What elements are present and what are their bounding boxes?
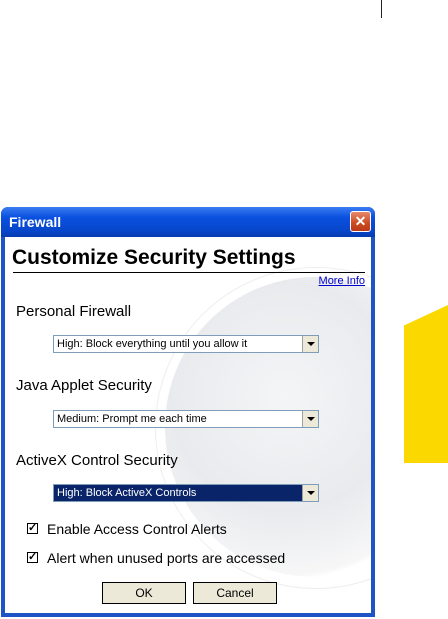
activex-control-security-label: ActiveX Control Security xyxy=(16,452,178,469)
chevron-down-icon[interactable] xyxy=(302,411,318,427)
enable-access-control-alerts-label: Enable Access Control Alerts xyxy=(47,521,227,537)
page-yellow-tab xyxy=(404,305,448,463)
close-button[interactable]: ✕ xyxy=(350,211,371,232)
alert-unused-ports-checkbox[interactable]: ✓ xyxy=(27,552,38,563)
enable-access-control-alerts-checkbox[interactable]: ✓ xyxy=(27,523,38,534)
java-applet-security-select[interactable]: Medium: Prompt me each time xyxy=(53,410,319,428)
personal-firewall-select[interactable]: High: Block everything until you allow i… xyxy=(53,335,319,353)
more-info-link[interactable]: More Info xyxy=(319,275,365,287)
dialog-heading: Customize Security Settings xyxy=(12,246,296,269)
close-icon: ✕ xyxy=(354,213,367,229)
alert-unused-ports-label: Alert when unused ports are accessed xyxy=(47,550,286,566)
activex-control-security-value: High: Block ActiveX Controls xyxy=(57,487,197,499)
chevron-down-icon[interactable] xyxy=(302,336,318,352)
java-applet-security-value: Medium: Prompt me each time xyxy=(57,413,207,425)
ok-button[interactable]: OK xyxy=(102,582,186,604)
heading-divider xyxy=(13,272,365,273)
dialog-body: Customize Security Settings More Info Pe… xyxy=(5,237,371,613)
personal-firewall-label: Personal Firewall xyxy=(16,303,132,320)
page-margin-rule xyxy=(381,0,382,18)
firewall-dialog: Firewall ✕ Customize Security Settings M… xyxy=(1,207,375,617)
activex-control-security-select[interactable]: High: Block ActiveX Controls xyxy=(53,484,319,502)
title-bar[interactable]: Firewall ✕ xyxy=(1,207,375,237)
window-title: Firewall xyxy=(9,214,62,230)
java-applet-security-label: Java Applet Security xyxy=(16,377,152,394)
cancel-button[interactable]: Cancel xyxy=(193,582,277,604)
personal-firewall-value: High: Block everything until you allow i… xyxy=(57,338,248,350)
chevron-down-icon[interactable] xyxy=(302,485,318,501)
